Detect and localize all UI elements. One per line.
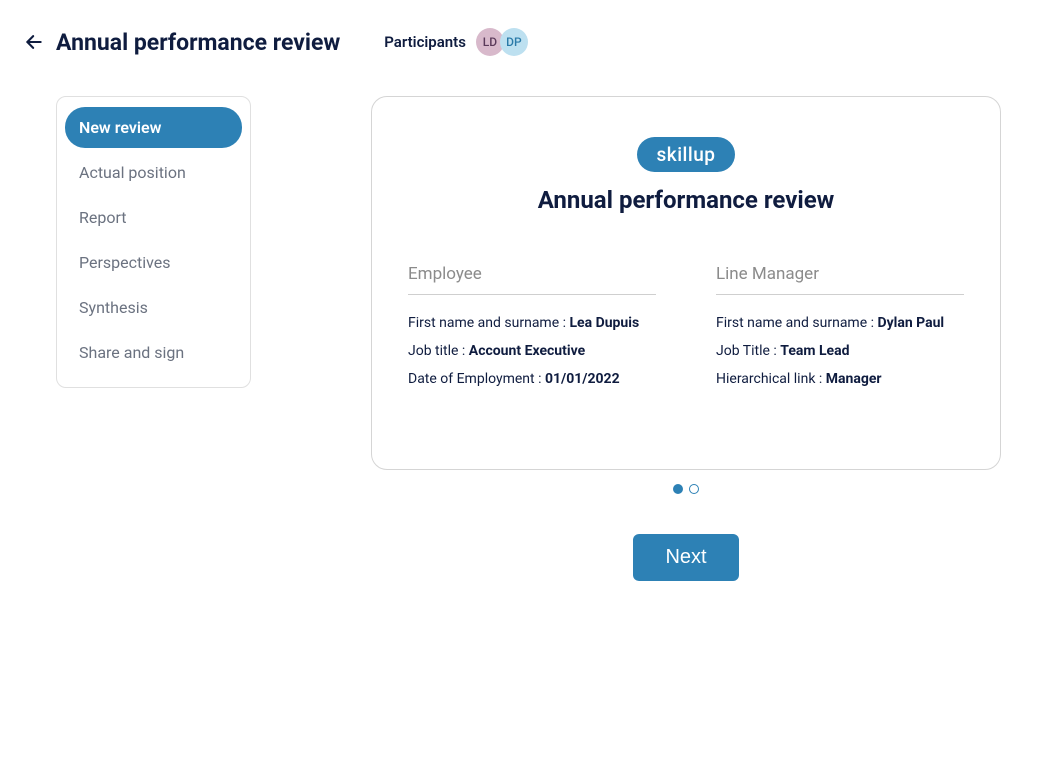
brand-logo: skillup <box>637 137 736 172</box>
brand-wrap: skillup <box>404 137 968 172</box>
pagination-dots <box>371 484 1001 494</box>
sidebar-item-perspectives[interactable]: Perspectives <box>65 242 242 283</box>
field-value: Dylan Paul <box>877 315 944 331</box>
manager-heading: Line Manager <box>716 264 964 295</box>
dot-2[interactable] <box>689 484 699 494</box>
avatar[interactable]: DP <box>500 28 528 56</box>
sidebar: New review Actual position Report Perspe… <box>56 96 251 388</box>
card-title: Annual performance review <box>404 186 968 214</box>
manager-link-row: Hierarchical link : Manager <box>716 371 964 387</box>
sidebar-item-share-sign[interactable]: Share and sign <box>65 332 242 373</box>
field-value: Manager <box>826 371 882 387</box>
avatar-stack: LD DP <box>476 28 528 56</box>
field-value: Team Lead <box>780 343 849 359</box>
employee-heading: Employee <box>408 264 656 295</box>
field-label: Job title : <box>408 343 469 359</box>
field-label: First name and surname : <box>716 315 877 331</box>
field-label: Hierarchical link : <box>716 371 826 387</box>
sidebar-item-synthesis[interactable]: Synthesis <box>65 287 242 328</box>
dot-1[interactable] <box>673 484 683 494</box>
manager-column: Line Manager First name and surname : Dy… <box>716 264 964 399</box>
field-value: 01/01/2022 <box>545 371 620 387</box>
participants-label: Participants <box>384 33 466 51</box>
review-card: skillup Annual performance review Employ… <box>371 96 1001 470</box>
back-arrow-icon[interactable] <box>24 32 44 52</box>
participants: Participants LD DP <box>384 28 528 56</box>
manager-jobtitle-row: Job Title : Team Lead <box>716 343 964 359</box>
employee-column: Employee First name and surname : Lea Du… <box>408 264 656 399</box>
page-header: Annual performance review Participants L… <box>0 0 1042 56</box>
manager-name-row: First name and surname : Dylan Paul <box>716 315 964 331</box>
employee-jobtitle-row: Job title : Account Executive <box>408 343 656 359</box>
field-label: Job Title : <box>716 343 780 359</box>
sidebar-item-new-review[interactable]: New review <box>65 107 242 148</box>
employee-name-row: First name and surname : Lea Dupuis <box>408 315 656 331</box>
field-label: First name and surname : <box>408 315 569 331</box>
field-value: Lea Dupuis <box>569 315 639 331</box>
page-title: Annual performance review <box>56 29 340 56</box>
field-label: Date of Employment : <box>408 371 545 387</box>
employee-doe-row: Date of Employment : 01/01/2022 <box>408 371 656 387</box>
field-value: Account Executive <box>469 343 585 359</box>
sidebar-item-actual-position[interactable]: Actual position <box>65 152 242 193</box>
next-button[interactable]: Next <box>633 534 738 581</box>
main-column: skillup Annual performance review Employ… <box>371 96 1001 581</box>
sidebar-item-report[interactable]: Report <box>65 197 242 238</box>
